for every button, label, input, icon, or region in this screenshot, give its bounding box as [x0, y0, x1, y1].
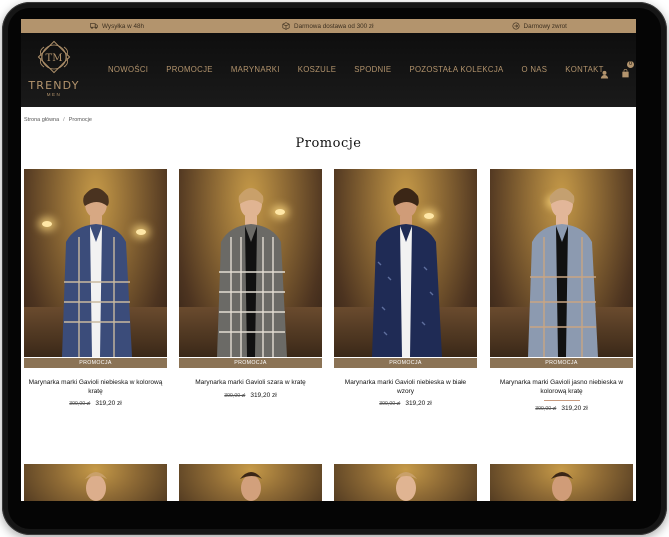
product-image[interactable] — [24, 169, 167, 357]
price-divider — [543, 400, 580, 401]
old-price: 399,00 zł — [224, 392, 246, 399]
product-image-row2[interactable] — [334, 464, 477, 501]
model-figure — [551, 472, 573, 501]
product-image[interactable] — [179, 169, 322, 357]
cart-count-badge: 0 — [627, 61, 634, 68]
model-figure — [372, 188, 442, 357]
info-bar: Wysyłka w 48h Darmowa dostawa od 300 zł … — [21, 19, 636, 33]
promo-badge: PROMOCJA — [334, 358, 477, 368]
old-price: 399,00 zł — [69, 401, 91, 407]
nav-item-promocje[interactable]: PROMOCJE — [166, 65, 213, 74]
site-header: TM TRENDY MEN NOWOŚCI PROMOCJE MARYNARKI… — [21, 33, 636, 107]
shopping-bag-icon — [622, 68, 629, 78]
product-name[interactable]: Marynarka marki Gavioli niebieska w biał… — [334, 379, 477, 396]
breadcrumb-current: Promocje — [68, 117, 92, 123]
product-name[interactable]: Marynarka marki Gavioli niebieska w kolo… — [24, 379, 167, 396]
old-price: 399,00 zł — [535, 406, 557, 412]
main-nav: NOWOŚCI PROMOCJE MARYNARKI KOSZULE SPODN… — [108, 65, 604, 74]
product-image-row2[interactable] — [179, 464, 322, 501]
product-prices: 399,00 zł 319,20 zł — [490, 405, 633, 412]
product-card[interactable]: PROMOCJA Marynarka marki Gavioli jasno n… — [490, 169, 633, 412]
logo[interactable]: TM TRENDY MEN — [21, 37, 87, 97]
product-image[interactable] — [334, 169, 477, 357]
website-screen: Wysyłka w 48h Darmowa dostawa od 300 zł … — [21, 19, 636, 501]
product-prices: 399,00 zł 319,20 zł — [24, 400, 167, 407]
info-free-return: Darmowy zwrot — [512, 22, 567, 30]
cart-button[interactable]: 0 — [621, 61, 634, 83]
truck-icon — [90, 23, 98, 29]
sale-price: 319,20 zł — [95, 400, 122, 407]
breadcrumb: Strona główna / Promocje — [24, 117, 92, 123]
logo-emblem-icon: TM — [37, 40, 71, 74]
product-image-row2[interactable] — [490, 464, 633, 501]
nav-item-nowosci[interactable]: NOWOŚCI — [108, 65, 148, 74]
model-figure — [395, 472, 417, 501]
nav-item-koszule[interactable]: KOSZULE — [298, 65, 337, 74]
product-card[interactable]: PROMOCJA Marynarka marki Gavioli niebies… — [334, 169, 477, 407]
info-shipping-label: Wysyłka w 48h — [102, 22, 144, 30]
sale-price: 319,20 zł — [561, 405, 588, 412]
product-name[interactable]: Marynarka marki Gavioli jasno niebieska … — [490, 379, 633, 396]
page-title: Promocje — [295, 136, 362, 151]
product-image-row2[interactable] — [24, 464, 167, 501]
model-figure — [240, 472, 262, 501]
product-prices: 399,00 zł 319,20 zł — [334, 400, 477, 407]
nav-item-marynarki[interactable]: MARYNARKI — [231, 65, 280, 74]
sale-price: 319,20 zł — [250, 391, 277, 399]
breadcrumb-separator: / — [63, 117, 65, 123]
product-prices: 399,00 zł 319,20 zł — [179, 392, 322, 399]
nav-item-spodnie[interactable]: SPODNIE — [354, 65, 391, 74]
chandelier-light — [42, 221, 52, 227]
product-name[interactable]: Marynarka marki Gavioli szara w kratę — [179, 379, 322, 388]
info-free-return-label: Darmowy zwrot — [523, 22, 567, 30]
nav-item-pozostala-kolekcja[interactable]: POZOSTAŁA KOLEKCJA — [409, 65, 503, 74]
sale-price: 319,20 zł — [405, 400, 432, 407]
old-price: 399,00 zł — [379, 401, 401, 407]
promo-badge: PROMOCJA — [179, 358, 322, 368]
info-free-delivery-label: Darmowa dostawa od 300 zł — [294, 22, 374, 30]
product-card[interactable]: PROMOCJA Marynarka marki Gavioli niebies… — [24, 169, 167, 407]
nav-item-o-nas[interactable]: O NAS — [522, 65, 548, 74]
nav-item-kontakt[interactable]: KONTAKT — [565, 65, 603, 74]
info-shipping: Wysyłka w 48h — [90, 22, 144, 30]
product-image[interactable] — [490, 169, 633, 357]
model-figure — [217, 188, 287, 357]
promo-badge: PROMOCJA — [490, 358, 633, 368]
logo-monogram: TM — [46, 53, 63, 64]
logo-sub: MEN — [46, 92, 62, 97]
model-figure — [528, 188, 598, 357]
model-figure — [85, 472, 107, 501]
logo-name: TRENDY — [28, 79, 80, 92]
box-icon — [282, 22, 290, 30]
promo-badge: PROMOCJA — [24, 358, 167, 368]
product-card[interactable]: PROMOCJA Marynarka marki Gavioli szara w… — [179, 169, 322, 399]
header-icons: 0 — [600, 61, 634, 83]
breadcrumb-home[interactable]: Strona główna — [24, 117, 59, 123]
info-free-delivery: Darmowa dostawa od 300 zł — [282, 22, 373, 30]
user-icon[interactable] — [600, 70, 609, 79]
return-icon — [512, 22, 520, 30]
model-figure — [62, 188, 132, 357]
